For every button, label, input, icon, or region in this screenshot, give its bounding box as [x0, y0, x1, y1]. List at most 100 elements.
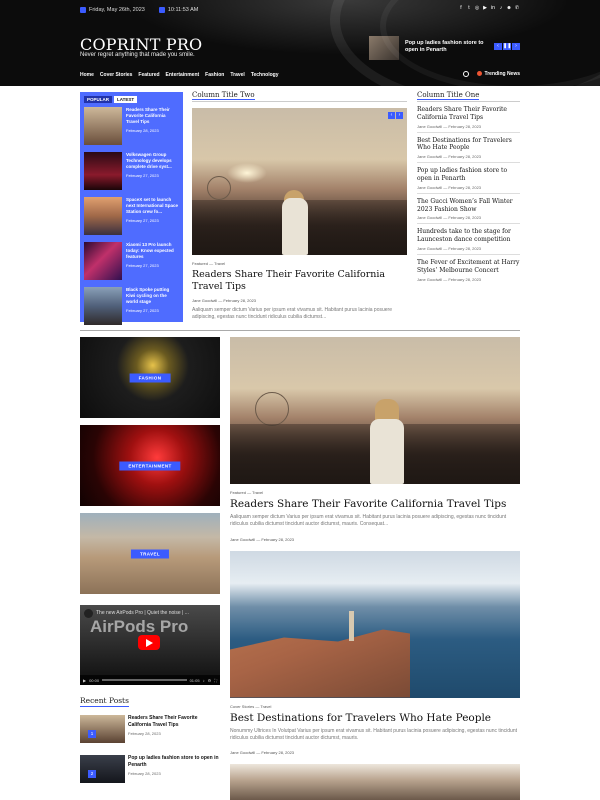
post-image[interactable] [230, 550, 520, 698]
person [370, 419, 404, 484]
snapchat-icon[interactable]: ☻ [506, 5, 512, 11]
twitter-icon[interactable]: t [466, 5, 472, 11]
nav-item-featured[interactable]: Featured [138, 72, 159, 78]
category-label[interactable]: ENTERTAINMENT [119, 461, 181, 470]
category-label[interactable]: TRAVEL [130, 549, 170, 558]
fullscreen-icon[interactable]: ⛶ [214, 678, 217, 683]
main-feed: Featured — Travel Readers Share Their Fa… [230, 337, 520, 800]
post-title[interactable]: Black Spoke putting Kiwi cycling on the … [126, 287, 179, 305]
social-links: f t ◎ ▶ in ♪ ☻ ✆ [458, 5, 520, 11]
column-one: Column Title One Readers Share Their Fav… [417, 91, 520, 285]
post-date: February 27, 2023 [126, 262, 159, 268]
recent-posts-title-text: Recent Posts [80, 696, 129, 707]
section-divider [80, 330, 520, 331]
list-item[interactable]: Black Spoke putting Kiwi cycling on the … [84, 287, 179, 329]
next-arrow-icon[interactable]: › [396, 112, 403, 119]
nav-item-home[interactable]: Home [80, 72, 94, 78]
item-title[interactable]: Readers Share Their Favorite California … [417, 106, 520, 122]
list-item[interactable]: The Fever of Excitement at Harry Styles’… [417, 255, 520, 285]
list-item[interactable]: SpaceX set to launch next International … [84, 197, 179, 239]
list-item[interactable]: Best Destinations for Travelers Who Hate… [417, 133, 520, 164]
video-player[interactable]: The new AirPods Pro | Quiet the noise | … [80, 605, 220, 685]
post-date: February 28, 2023 [126, 127, 159, 133]
play-button[interactable] [138, 635, 160, 650]
category-label[interactable]: FASHION [129, 373, 171, 382]
item-title[interactable]: Best Destinations for Travelers Who Hate… [417, 137, 520, 153]
prev-arrow-icon[interactable]: ‹ [388, 112, 395, 119]
item-title[interactable]: Hundreds take to the stage for Launcesto… [417, 228, 520, 244]
progress-bar[interactable] [102, 679, 187, 681]
video-title[interactable]: The new AirPods Pro | Quiet the noise | … [96, 610, 189, 616]
linkedin-icon[interactable]: in [490, 5, 496, 11]
trending-link[interactable]: Trending News [477, 71, 520, 77]
post-category[interactable]: Cover Stories — Travel [230, 704, 520, 709]
nav-item-travel[interactable]: Travel [230, 72, 244, 78]
settings-icon[interactable]: ⚙ [208, 678, 212, 683]
post-thumbnail[interactable] [84, 107, 122, 145]
post-title[interactable]: Xiaomi 13 Pro launch today: Know expecte… [126, 242, 179, 260]
category-card-fashion[interactable]: FASHION [80, 337, 220, 418]
search-icon[interactable] [463, 71, 470, 77]
list-item[interactable]: The Gucci Women’s Fall Winter 2023 Fashi… [417, 194, 520, 225]
item-meta: Jane Goodwill — February 28, 2023 [417, 276, 482, 282]
post-image[interactable] [230, 337, 520, 484]
list-item[interactable]: Volkswagen Group Technology develops com… [84, 152, 179, 194]
list-item[interactable]: 1 Readers Share Their Favorite Californi… [80, 715, 220, 745]
recent-posts-title: Recent Posts [80, 696, 220, 707]
post-date: February 27, 2023 [126, 307, 159, 313]
list-item[interactable]: Hundreds take to the stage for Launcesto… [417, 224, 520, 255]
play-icon[interactable]: ▶ [83, 678, 86, 683]
list-item[interactable]: Pop up ladies fashion store to open in P… [417, 163, 520, 194]
post-image[interactable] [230, 764, 520, 800]
whatsapp-icon[interactable]: ✆ [514, 5, 520, 11]
category-card-entertainment[interactable]: ENTERTAINMENT [80, 425, 220, 506]
youtube-icon[interactable]: ▶ [482, 5, 488, 11]
site-tagline: Never regret anything that made you smil… [80, 52, 195, 58]
list-item[interactable]: Xiaomi 13 Pro launch today: Know expecte… [84, 242, 179, 284]
category-card-travel[interactable]: TRAVEL [80, 513, 220, 594]
post-category[interactable]: Featured — Travel [192, 261, 407, 266]
prev-arrow-icon[interactable]: ‹ [494, 43, 502, 50]
post-title[interactable]: Volkswagen Group Technology develops com… [126, 152, 179, 170]
facebook-icon[interactable]: f [458, 5, 464, 11]
nav-item-technology[interactable]: Technology [251, 72, 279, 78]
post-thumbnail[interactable] [84, 152, 122, 190]
post-title[interactable]: Pop up ladies fashion store to open in P… [128, 755, 220, 768]
tab-latest[interactable]: LATEST [114, 96, 138, 103]
nav-item-fashion[interactable]: Fashion [205, 72, 224, 78]
nav-item-entertainment[interactable]: Entertainment [166, 72, 200, 78]
post-title[interactable]: SpaceX set to launch next International … [126, 197, 179, 215]
promo-thumbnail[interactable] [369, 36, 399, 60]
post-thumbnail[interactable] [84, 242, 122, 280]
item-title[interactable]: The Fever of Excitement at Harry Styles’… [417, 259, 520, 275]
item-title[interactable]: Pop up ladies fashion store to open in P… [417, 167, 520, 183]
post-headline[interactable]: Best Destinations for Travelers Who Hate… [230, 712, 520, 724]
header-promo[interactable]: Pop up ladies fashion store to open in P… [369, 36, 520, 60]
post-title[interactable]: Readers Share Their Favorite California … [128, 715, 220, 728]
pause-icon[interactable]: ❚❚ [503, 43, 511, 50]
tab-popular[interactable]: POPULAR [84, 96, 113, 103]
instagram-icon[interactable]: ◎ [474, 5, 480, 11]
post-date: February 27, 2023 [126, 217, 159, 223]
next-arrow-icon[interactable]: › [512, 43, 520, 50]
volume-icon[interactable]: ♪ [203, 678, 205, 683]
featured-image[interactable]: ‹ › [192, 108, 407, 255]
item-meta: Jane Goodwill — February 28, 2023 [417, 154, 482, 160]
post-title[interactable]: Readers Share Their Favorite California … [126, 107, 179, 125]
nav-item-cover-stories[interactable]: Cover Stories [100, 72, 133, 78]
list-item[interactable]: Readers Share Their Favorite California … [84, 107, 179, 149]
post-thumbnail[interactable]: 2 [80, 755, 125, 783]
list-item[interactable]: 2 Pop up ladies fashion store to open in… [80, 755, 220, 785]
promo-title[interactable]: Pop up ladies fashion store to open in P… [405, 40, 489, 54]
post-category[interactable]: Featured — Travel [230, 490, 520, 495]
item-title[interactable]: The Gucci Women’s Fall Winter 2023 Fashi… [417, 198, 520, 214]
list-item[interactable]: Readers Share Their Favorite California … [417, 102, 520, 133]
post-thumbnail[interactable]: 1 [80, 715, 125, 743]
post-thumbnail[interactable] [84, 197, 122, 235]
column-two-title-text: Column Title Two [192, 91, 255, 100]
tiktok-icon[interactable]: ♪ [498, 5, 504, 11]
post-headline[interactable]: Readers Share Their Favorite California … [230, 498, 520, 510]
post-headline[interactable]: Readers Share Their Favorite California … [192, 269, 407, 294]
post-thumbnail[interactable] [84, 287, 122, 325]
column-one-title-text: Column Title One [417, 91, 480, 100]
